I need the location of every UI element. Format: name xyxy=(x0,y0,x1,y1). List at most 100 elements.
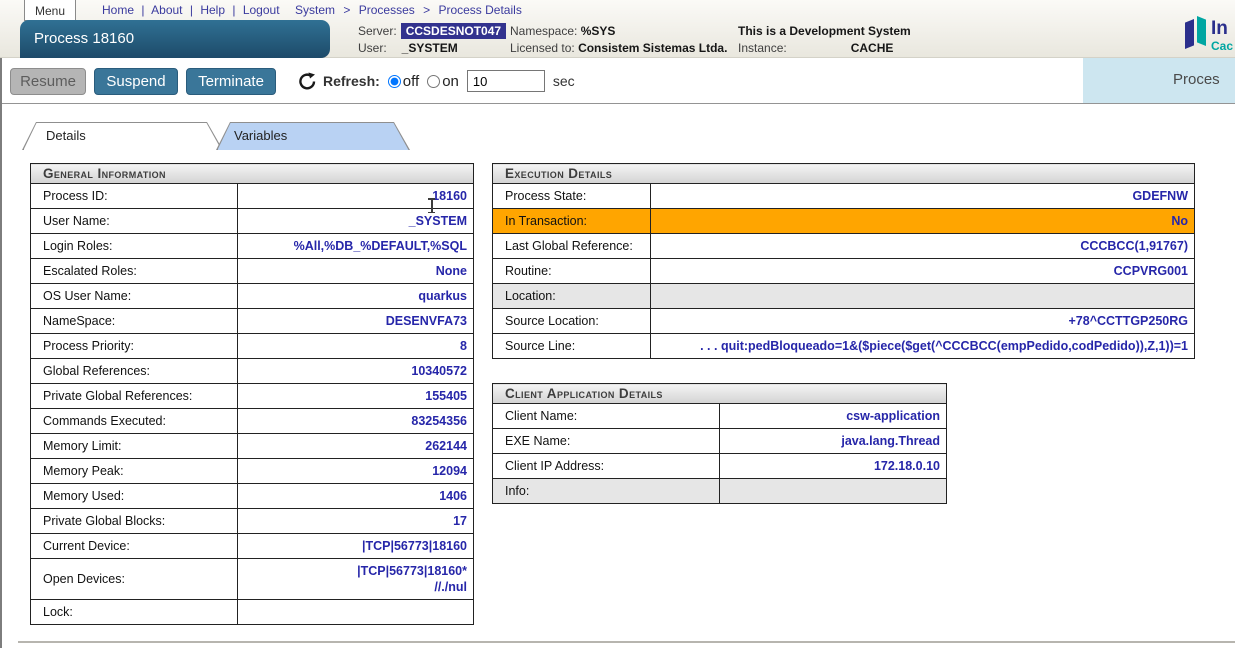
row-value: |TCP|56773|18160* //./nul xyxy=(237,559,473,600)
logout-link[interactable]: Logout xyxy=(243,3,280,17)
row-value: 83254356 xyxy=(237,409,473,434)
row-label: Client IP Address: xyxy=(493,454,720,479)
general-info-title: General Information xyxy=(31,164,474,184)
table-row: Source Location:+78^CCTTGP250RG xyxy=(493,309,1195,334)
table-row: Process ID:18160 xyxy=(31,184,474,209)
row-label: Last Global Reference: xyxy=(493,234,651,259)
tab-variables[interactable]: Variables xyxy=(216,122,410,150)
resume-button[interactable]: Resume xyxy=(10,68,86,95)
refresh-unit-label: sec xyxy=(553,73,575,89)
refresh-off-radio[interactable] xyxy=(388,75,401,88)
refresh-off-option[interactable]: off xyxy=(388,73,419,90)
row-value: CCCBCC(1,91767) xyxy=(650,234,1194,259)
row-value: 8 xyxy=(237,334,473,359)
help-link[interactable]: Help xyxy=(200,3,225,17)
table-row: Memory Used:1406 xyxy=(31,484,474,509)
tab-variables-label: Variables xyxy=(234,128,287,143)
breadcrumb-system[interactable]: System xyxy=(295,3,335,17)
pane-title-text: Proces xyxy=(1173,71,1220,88)
breadcrumb-processes[interactable]: Processes xyxy=(359,3,415,17)
row-label: Lock: xyxy=(31,600,238,625)
table-row: Memory Peak:12094 xyxy=(31,459,474,484)
refresh-label: Refresh: xyxy=(323,73,380,89)
server-label: Server: xyxy=(358,24,397,38)
home-link[interactable]: Home xyxy=(102,3,134,17)
table-title-row: Execution Details xyxy=(493,164,1195,184)
row-label: Routine: xyxy=(493,259,651,284)
row-value: 17 xyxy=(237,509,473,534)
table-row: Client IP Address:172.18.0.10 xyxy=(493,454,947,479)
open-devices-line2: //./nul xyxy=(250,579,467,595)
execution-details-title: Execution Details xyxy=(493,164,1195,184)
intersystems-logo: In Cac xyxy=(1185,15,1235,55)
row-value: . . . quit:pedBloqueado=1&($piece($get(^… xyxy=(650,334,1194,359)
refresh-off-label: off xyxy=(403,73,419,90)
toolbar: Resume Suspend Terminate Refresh: off on xyxy=(2,58,1235,104)
logo-text-top: In xyxy=(1211,18,1228,40)
breadcrumb: System > Processes > Process Details xyxy=(295,3,522,17)
table-row: Global References:10340572 xyxy=(31,359,474,384)
row-label: Client Name: xyxy=(493,404,720,429)
refresh-on-option[interactable]: on xyxy=(427,73,459,90)
row-label: In Transaction: xyxy=(493,209,651,234)
refresh-controls: Refresh: off on sec xyxy=(298,70,575,92)
menu-button[interactable]: Menu xyxy=(24,0,76,21)
row-label: Process Priority: xyxy=(31,334,238,359)
row-label: Escalated Roles: xyxy=(31,259,238,284)
tab-details[interactable]: Details xyxy=(22,122,223,150)
instance-info: Instance:CACHE xyxy=(738,41,893,55)
content-area: Details Variables General Information Pr… xyxy=(2,105,1235,648)
row-label: Commands Executed: xyxy=(31,409,238,434)
tab-details-label: Details xyxy=(46,128,86,143)
general-info-table: General Information Process ID:18160 Use… xyxy=(30,163,474,625)
table-row: Source Line:. . . quit:pedBloqueado=1&($… xyxy=(493,334,1195,359)
table-row-highlighted: In Transaction:No xyxy=(493,209,1195,234)
row-value xyxy=(650,284,1194,309)
breadcrumb-separator: > xyxy=(343,3,350,17)
row-label: Private Global References: xyxy=(31,384,238,409)
row-value: java.lang.Thread xyxy=(720,429,947,454)
row-value: _SYSTEM xyxy=(237,209,473,234)
row-value: 10340572 xyxy=(237,359,473,384)
about-link[interactable]: About xyxy=(151,3,182,17)
row-value: 172.18.0.10 xyxy=(720,454,947,479)
row-label: Login Roles: xyxy=(31,234,238,259)
user-info: User:_SYSTEM xyxy=(358,41,458,55)
breadcrumb-separator: > xyxy=(423,3,430,17)
row-label: Memory Limit: xyxy=(31,434,238,459)
logo-text-bottom: Cac xyxy=(1211,39,1233,53)
execution-details-table: Execution Details Process State:GDEFNW I… xyxy=(492,163,1195,359)
breadcrumb-current: Process Details xyxy=(438,3,521,17)
terminate-button[interactable]: Terminate xyxy=(186,68,276,95)
user-value: _SYSTEM xyxy=(402,41,458,55)
table-row: Client Name:csw-application xyxy=(493,404,947,429)
row-label: EXE Name: xyxy=(493,429,720,454)
server-value-badge: CCSDESNOT047 xyxy=(401,23,506,39)
table-title-row: General Information xyxy=(31,164,474,184)
pane-title-box: Proces xyxy=(1083,58,1235,103)
refresh-interval-input[interactable] xyxy=(467,70,545,92)
row-label: Global References: xyxy=(31,359,238,384)
row-value: No xyxy=(650,209,1194,234)
row-label: NameSpace: xyxy=(31,309,238,334)
suspend-button[interactable]: Suspend xyxy=(94,68,178,95)
table-row: OS User Name:quarkus xyxy=(31,284,474,309)
table-row: User Name:_SYSTEM xyxy=(31,209,474,234)
table-title-row: Client Application Details xyxy=(493,384,947,404)
table-row: Info: xyxy=(493,479,947,504)
row-value xyxy=(237,600,473,625)
top-nav-links: Home | About | Help | Logout xyxy=(102,3,280,17)
table-row: Private Global References:155405 xyxy=(31,384,474,409)
table-row: Last Global Reference:CCCBCC(1,91767) xyxy=(493,234,1195,259)
main-frame: Resume Suspend Terminate Refresh: off on xyxy=(0,58,1235,648)
table-row: Login Roles:%All,%DB_%DEFAULT,%SQL xyxy=(31,234,474,259)
table-row: Open Devices: |TCP|56773|18160* //./nul xyxy=(31,559,474,600)
row-value: 262144 xyxy=(237,434,473,459)
logo-mark-teal xyxy=(1197,16,1206,46)
row-value xyxy=(720,479,947,504)
row-value: quarkus xyxy=(237,284,473,309)
row-value: GDEFNW xyxy=(650,184,1194,209)
refresh-on-radio[interactable] xyxy=(427,75,440,88)
licensed-info: Licensed to: Consistem Sistemas Ltda. xyxy=(510,41,727,55)
refresh-icon xyxy=(298,72,317,91)
